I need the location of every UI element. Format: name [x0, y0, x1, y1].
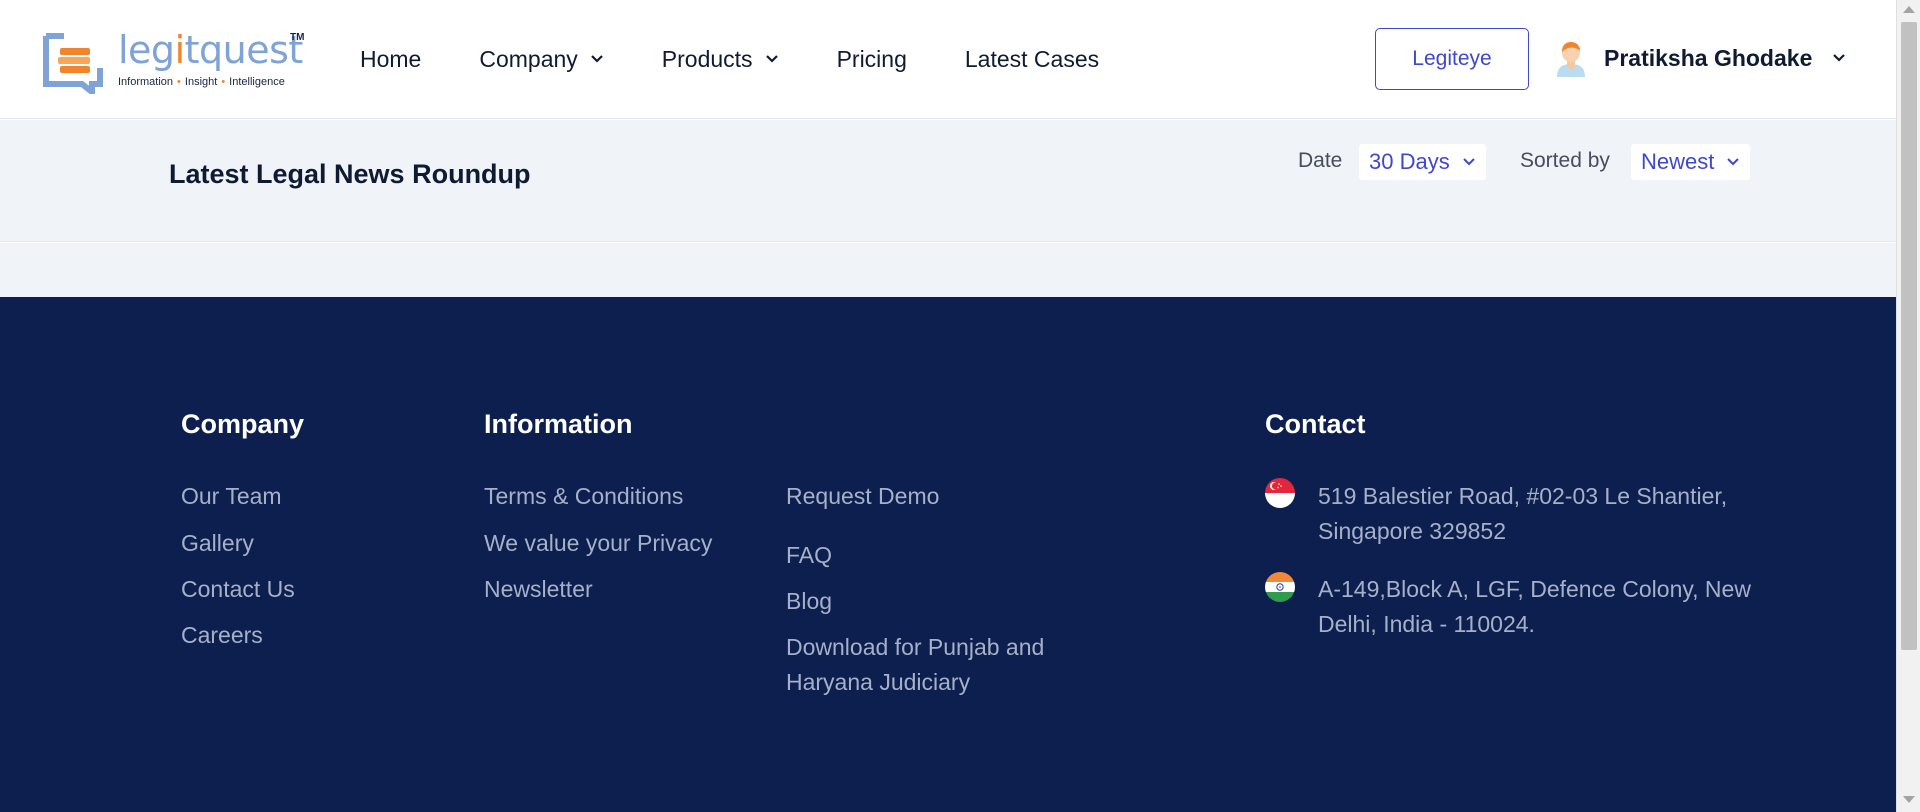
scrollbar-thumb[interactable]: [1901, 22, 1917, 650]
sort-filter-label: Sorted by: [1520, 149, 1610, 172]
nav-company-label: Company: [479, 45, 578, 72]
scroll-down-arrow-icon[interactable]: [1903, 796, 1915, 803]
nav-company[interactable]: Company: [479, 46, 603, 73]
logo-tagline: Information • Insight • Intelligence: [118, 76, 285, 88]
footer-link-our-team[interactable]: Our Team: [181, 479, 282, 514]
chevron-down-icon: [1833, 54, 1846, 62]
nav-latest-cases-label: Latest Cases: [964, 45, 1100, 72]
date-filter-select[interactable]: 30 Days: [1359, 144, 1486, 180]
nav-pricing-label: Pricing: [836, 45, 907, 72]
nav-latest-cases[interactable]: Latest Cases: [965, 46, 1099, 73]
legitquest-logo[interactable]: legitquest TM Information • Insight • Intell…: [42, 28, 305, 94]
top-header: legitquest TM Information • Insight • Intell…: [0, 0, 1896, 119]
scroll-up-arrow-icon[interactable]: [1903, 6, 1915, 13]
logo-wordmark: legitquest: [118, 28, 303, 72]
address-singapore: 519 Balestier Road, #02-03 Le Shantier, …: [1318, 483, 1728, 544]
chevron-down-icon: [591, 55, 603, 63]
nav-pricing[interactable]: Pricing: [837, 46, 907, 73]
nav-products-label: Products: [661, 45, 753, 72]
page-scrollbar[interactable]: [1896, 0, 1920, 812]
singapore-flag-icon: [1265, 478, 1295, 508]
footer-contact-heading: Contact: [1265, 409, 1366, 439]
footer-information-heading: Information: [484, 409, 633, 439]
user-name: Pratiksha Ghodake: [1604, 44, 1813, 71]
logo-book-icon: [43, 33, 103, 94]
legiteye-button[interactable]: Legiteye: [1375, 28, 1529, 90]
chevron-down-icon: [1727, 158, 1740, 166]
user-avatar-icon: [1557, 42, 1585, 77]
date-filter-label: Date: [1298, 149, 1343, 172]
footer-link-blog[interactable]: Blog: [786, 584, 832, 619]
sort-filter-value: Newest: [1641, 149, 1715, 174]
footer-company-heading: Company: [181, 409, 305, 439]
content-area: [0, 243, 1896, 297]
address-india: A-149,Block A, LGF, Defence Colony, New …: [1318, 576, 1751, 637]
india-flag-icon: [1265, 572, 1295, 602]
footer-link-download-judiciary[interactable]: Download for Punjab and Haryana Judiciar…: [786, 630, 1046, 700]
main-nav: Home Company Products Pricing Latest Cas…: [360, 42, 1157, 76]
footer-link-careers[interactable]: Careers: [181, 618, 263, 653]
nav-home-label: Home: [360, 45, 422, 72]
footer-link-terms[interactable]: Terms & Conditions: [484, 479, 683, 514]
site-footer: Company Our Team Gallery Contact Us Care…: [0, 297, 1896, 812]
user-menu[interactable]: Pratiksha Ghodake: [1554, 38, 1846, 78]
logo-trademark: TM: [290, 32, 305, 43]
footer-link-faq[interactable]: FAQ: [786, 538, 832, 573]
sort-filter-select[interactable]: Newest: [1631, 144, 1751, 180]
footer-link-request-demo[interactable]: Request Demo: [786, 479, 939, 514]
chevron-down-icon: [765, 55, 778, 63]
nav-home[interactable]: Home: [360, 46, 421, 73]
nav-products[interactable]: Products: [662, 46, 779, 73]
footer-link-privacy[interactable]: We value your Privacy: [484, 526, 712, 561]
page-title: Latest Legal News Roundup: [169, 159, 531, 189]
footer-link-contact-us[interactable]: Contact Us: [181, 572, 295, 607]
date-filter-value: 30 Days: [1369, 149, 1450, 174]
chevron-down-icon: [1463, 158, 1475, 166]
footer-link-gallery[interactable]: Gallery: [181, 526, 254, 561]
footer-link-newsletter[interactable]: Newsletter: [484, 572, 593, 607]
